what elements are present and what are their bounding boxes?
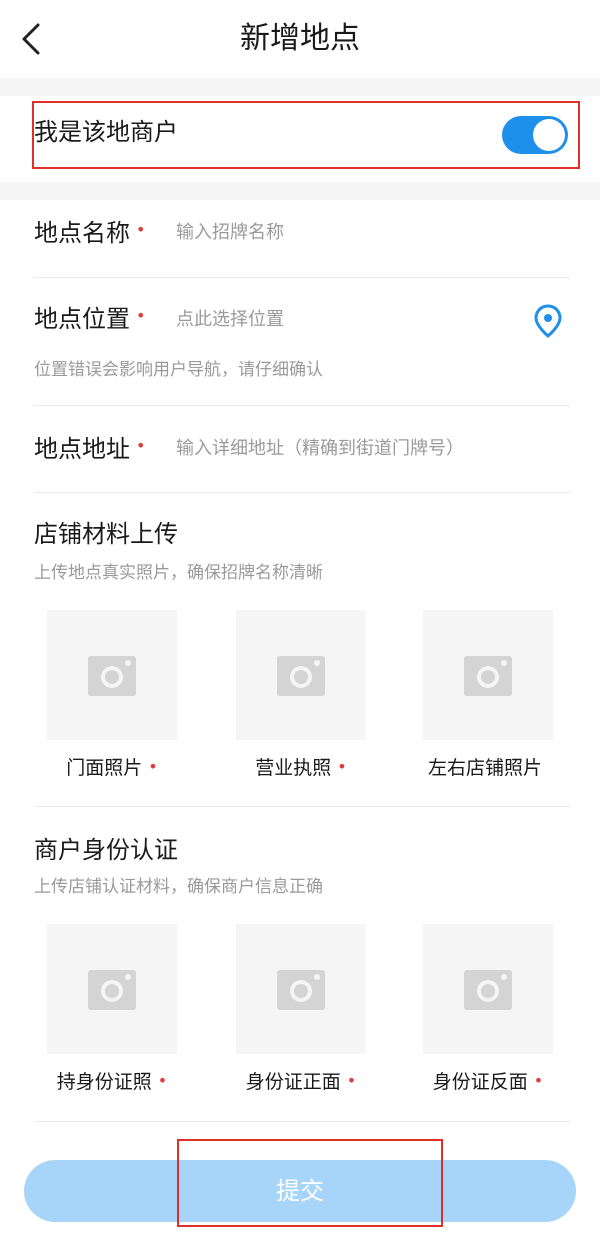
identity-subtitle: 上传店铺认证材料，确保商户信息正确 <box>34 877 323 897</box>
top-bar: 新增地点 <box>0 0 600 78</box>
section-gap <box>0 182 600 200</box>
camera-icon <box>277 970 325 1010</box>
upload-id-back[interactable] <box>423 924 553 1054</box>
camera-icon <box>464 970 512 1010</box>
divider <box>34 1121 570 1122</box>
identity-title: 商户身份认证 <box>34 836 178 864</box>
photo-caption: 左右店铺照片 <box>427 757 542 779</box>
field-label-name: 地点名称 • <box>34 219 146 247</box>
upload-storefront-photo[interactable] <box>47 610 177 740</box>
upload-neighbor-shops-photo[interactable] <box>423 610 553 740</box>
highlight-box-submit <box>177 1139 443 1227</box>
store-materials-title: 店铺材料上传 <box>34 520 178 548</box>
camera-icon <box>88 970 136 1010</box>
required-mark: • <box>136 306 146 325</box>
highlight-box-merchant <box>32 101 580 169</box>
field-place-address[interactable]: 地点地址 • 输入详细地址（精确到街道门牌号） <box>34 406 570 492</box>
field-label-address: 地点地址 • <box>34 435 146 463</box>
store-materials-subtitle: 上传地点真实照片，确保招牌名称清晰 <box>34 563 323 583</box>
location-pin-icon[interactable] <box>534 304 562 338</box>
upload-business-license[interactable] <box>236 610 366 740</box>
upload-id-front[interactable] <box>236 924 366 1054</box>
required-mark: • <box>136 436 146 455</box>
field-place-name[interactable]: 地点名称 • 输入招牌名称 <box>34 200 570 278</box>
address-input[interactable]: 输入详细地址（精确到街道门牌号） <box>176 434 464 464</box>
location-hint: 位置错误会影响用户导航，请仔细确认 <box>34 360 323 380</box>
photo-caption: 身份证反面 • <box>432 1071 544 1093</box>
upload-holding-id-photo[interactable] <box>47 924 177 1054</box>
photo-caption: 门面照片 • <box>66 757 158 779</box>
photo-caption: 持身份证照 • <box>56 1071 168 1093</box>
location-picker[interactable]: 点此选择位置 <box>176 305 284 335</box>
section-gap <box>0 78 600 96</box>
place-name-input[interactable]: 输入招牌名称 <box>176 218 284 248</box>
field-place-location[interactable]: 地点位置 • 点此选择位置 <box>34 278 570 404</box>
divider <box>34 806 570 807</box>
camera-icon <box>88 656 136 696</box>
page-title: 新增地点 <box>240 21 360 56</box>
photo-caption: 营业执照 • <box>255 757 347 779</box>
divider <box>34 492 570 493</box>
photo-caption: 身份证正面 • <box>245 1071 357 1093</box>
required-mark: • <box>136 220 146 239</box>
camera-icon <box>464 656 512 696</box>
field-label-location: 地点位置 • <box>34 305 146 333</box>
camera-icon <box>277 656 325 696</box>
